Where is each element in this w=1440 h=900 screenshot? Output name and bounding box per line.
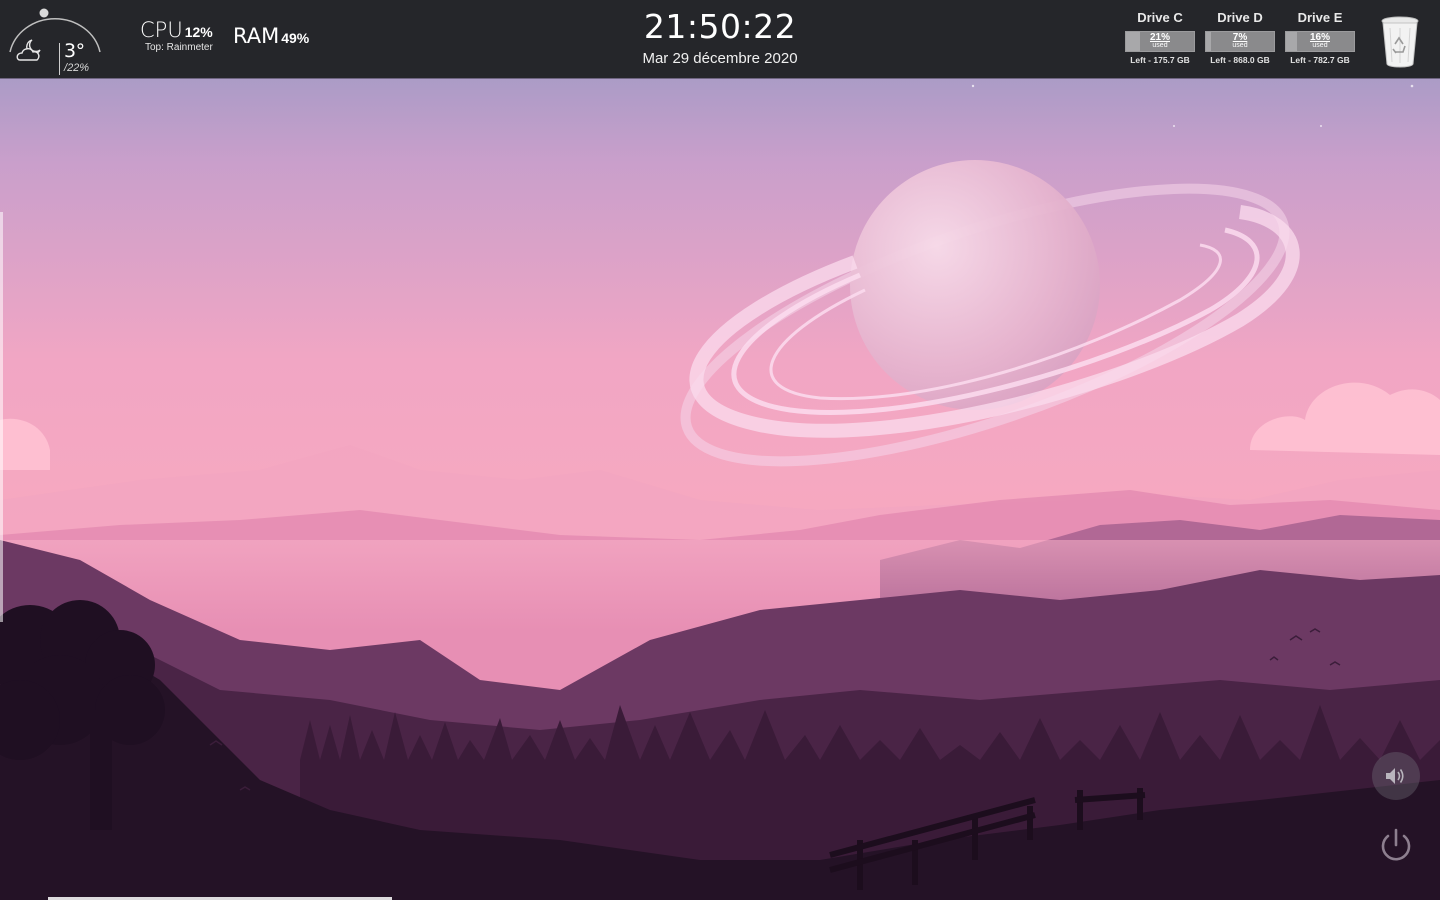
weather-widget[interactable]: 3° /22%: [6, 6, 104, 75]
humidity-value: /22%: [64, 62, 89, 74]
wallpaper-art: [0, 0, 1440, 900]
desktop-wallpaper: [0, 0, 1440, 900]
volume-icon: [1384, 765, 1408, 792]
drive-free-space: Left - 868.0 GB: [1210, 55, 1270, 65]
volume-button[interactable]: [1372, 752, 1420, 800]
drive-c-meter[interactable]: Drive C 21% used Left - 175.7 GB: [1124, 10, 1196, 65]
drive-used-label: used: [1232, 42, 1248, 49]
drive-d-meter[interactable]: Drive D 7% used Left - 868.0 GB: [1204, 10, 1276, 65]
temperature-value: 3°: [64, 40, 85, 62]
drive-free-space: Left - 175.7 GB: [1130, 55, 1190, 65]
clock-date: Mar 29 décembre 2020: [642, 50, 798, 67]
power-button[interactable]: [1372, 822, 1420, 870]
drive-name: Drive D: [1217, 10, 1263, 25]
cpu-meter[interactable]: CPU 12% Top: Rainmeter: [140, 18, 213, 53]
cpu-value: 12%: [184, 24, 213, 40]
cpu-top-process: Top: Rainmeter: [145, 42, 213, 53]
clock-widget[interactable]: 21:50:22 Mar 29 décembre 2020: [560, 6, 880, 67]
ram-meter[interactable]: RAM 49%: [233, 24, 309, 48]
cpu-label: CPU: [140, 18, 183, 42]
drive-name: Drive E: [1297, 10, 1343, 25]
power-icon: [1376, 826, 1416, 871]
drive-used-label: used: [1152, 42, 1168, 49]
drive-usage-bar: 7% used: [1205, 31, 1275, 52]
drive-e-meter[interactable]: Drive E 16% used Left - 782.7 GB: [1284, 10, 1356, 65]
ram-label: RAM: [233, 24, 280, 48]
humidity-text: 22%: [67, 62, 90, 74]
drive-usage-bar: 16% used: [1285, 31, 1355, 52]
weather-divider: [59, 43, 60, 75]
recycle-bin-icon[interactable]: [1378, 14, 1422, 70]
drive-name: Drive C: [1137, 10, 1183, 25]
rainmeter-top-bar: 3° /22% CPU 12% Top: Rainmeter RAM 49% 21:…: [0, 0, 1440, 78]
drive-usage-bar: 21% used: [1125, 31, 1195, 52]
left-edge-highlight: [0, 212, 3, 622]
ram-value: 49%: [281, 30, 310, 46]
drive-used-label: used: [1312, 42, 1328, 49]
drive-free-space: Left - 782.7 GB: [1290, 55, 1350, 65]
clock-time: 21:50:22: [643, 7, 797, 46]
